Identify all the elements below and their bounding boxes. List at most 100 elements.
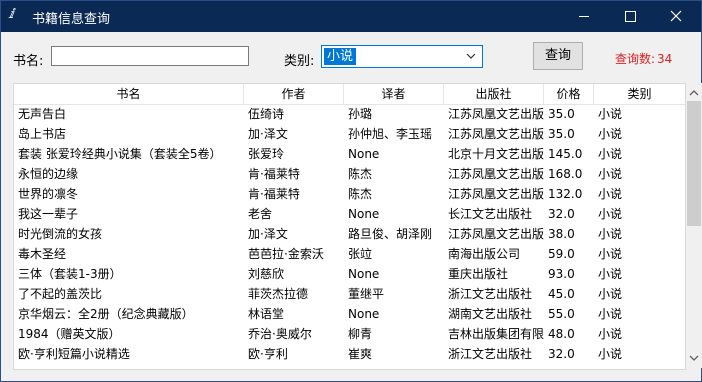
cell-price: 35.0 xyxy=(548,127,575,141)
cell-translator: None xyxy=(348,267,380,281)
book-name-input[interactable] xyxy=(51,46,249,66)
cell-category: 小说 xyxy=(598,247,623,261)
book-table[interactable]: 书名 作者 译者 出版社 价格 类别 无声告白 伍绮诗 孙璐 江苏凤凰文艺出版 35.0… xyxy=(13,83,686,370)
cell-title: 时光倒流的女孩 xyxy=(18,227,103,241)
cell-author: 加·泽文 xyxy=(248,227,288,241)
cell-price: 32.0 xyxy=(548,207,575,221)
table-row[interactable]: 我这一辈子 老舍 None 长江文艺出版社 32.0 小说 xyxy=(14,204,685,224)
scroll-up-icon[interactable] xyxy=(686,85,702,101)
title-bar[interactable]: ⅈ 书籍信息查询 xyxy=(1,1,701,32)
table-row[interactable]: 永恒的边缘 肯·福莱特 陈杰 江苏凤凰文艺出版 168.0 小说 xyxy=(14,164,685,184)
vertical-scrollbar[interactable] xyxy=(686,83,702,368)
book-name-label: 书名: xyxy=(13,54,44,69)
column-header-author[interactable]: 作者 xyxy=(244,84,344,104)
cell-category: 小说 xyxy=(598,327,623,341)
table-row[interactable]: 京华烟云：全2册（纪念典藏版） 林语堂 None 湖南文艺出版社 55.0 小说 xyxy=(14,304,685,324)
category-select[interactable]: 小说 xyxy=(321,45,483,68)
cell-translator: 董继平 xyxy=(348,287,385,301)
table-row[interactable]: 三体（套装1-3册） 刘慈欣 None 重庆出版社 93.0 小说 xyxy=(14,264,685,284)
cell-author: 乔治·奥威尔 xyxy=(248,327,312,341)
cell-author: 肯·福莱特 xyxy=(248,187,300,201)
table-row[interactable]: 世界的凛冬 肯·福莱特 陈杰 江苏凤凰文艺出版 132.0 小说 xyxy=(14,184,685,204)
cell-title: 套装 张爱玲经典小说集（套装全5卷） xyxy=(18,147,222,161)
cell-category: 小说 xyxy=(598,207,623,221)
category-selected-value: 小说 xyxy=(324,48,357,65)
cell-author: 林语堂 xyxy=(248,307,285,321)
column-header-category[interactable]: 类别 xyxy=(594,84,685,104)
result-count-value: 34 xyxy=(657,52,673,66)
table-row[interactable]: 无声告白 伍绮诗 孙璐 江苏凤凰文艺出版 35.0 小说 xyxy=(14,104,685,124)
scrollbar-thumb[interactable] xyxy=(687,101,701,226)
cell-translator: 柳青 xyxy=(348,327,373,341)
app-window: ⅈ 书籍信息查询 书名: 类别: 小说 查询 查询数: 34 书名 作者 译者 出… xyxy=(0,0,702,382)
cell-price: 45.0 xyxy=(548,287,575,301)
cell-translator: 崔爽 xyxy=(348,347,373,361)
cell-author: 加·泽文 xyxy=(248,127,288,141)
cell-author: 肯·福莱特 xyxy=(248,167,300,181)
cell-author: 欧·亨利 xyxy=(248,347,288,361)
cell-publisher: 北京十月文艺出版 xyxy=(448,147,544,161)
cell-title: 岛上书店 xyxy=(18,127,67,141)
cell-price: 168.0 xyxy=(548,167,583,181)
query-button[interactable]: 查询 xyxy=(533,42,583,70)
cell-category: 小说 xyxy=(598,307,623,321)
cell-title: 欧·亨利短篇小说精选 xyxy=(18,347,130,361)
cell-title: 我这一辈子 xyxy=(18,207,79,221)
cell-category: 小说 xyxy=(598,347,623,361)
cell-title: 无声告白 xyxy=(18,107,67,121)
cell-price: 59.0 xyxy=(548,247,575,261)
cell-author: 老舍 xyxy=(248,207,273,221)
column-header-title[interactable]: 书名 xyxy=(14,84,244,104)
window-title: 书籍信息查询 xyxy=(32,12,111,27)
close-button[interactable] xyxy=(653,1,699,32)
cell-translator: 孙仲旭、李玉瑶 xyxy=(348,127,433,141)
table-row[interactable]: 欧·亨利短篇小说精选 欧·亨利 崔爽 浙江文艺出版社 32.0 小说 xyxy=(14,344,685,364)
cell-author: 刘慈欣 xyxy=(248,267,285,281)
cell-category: 小说 xyxy=(598,167,623,181)
column-header-translator[interactable]: 译者 xyxy=(344,84,444,104)
cell-publisher: 湖南文艺出版社 xyxy=(448,307,533,321)
cell-publisher: 江苏凤凰文艺出版 xyxy=(448,127,544,141)
cell-author: 张爱玲 xyxy=(248,147,285,161)
cell-price: 55.0 xyxy=(548,307,575,321)
cell-publisher: 吉林出版集团有限 xyxy=(448,327,544,341)
cell-publisher: 重庆出版社 xyxy=(448,267,509,281)
minimize-button[interactable] xyxy=(561,1,607,32)
cell-title: 三体（套装1-3册） xyxy=(18,267,122,281)
table-row[interactable]: 1984（赠英文版） 乔治·奥威尔 柳青 吉林出版集团有限 48.0 小说 xyxy=(14,324,685,344)
cell-translator: 陈杰 xyxy=(348,167,373,181)
table-row[interactable]: 岛上书店 加·泽文 孙仲旭、李玉瑶 江苏凤凰文艺出版 35.0 小说 xyxy=(14,124,685,144)
cell-publisher: 江苏凤凰文艺出版 xyxy=(448,167,544,181)
cell-author: 菲茨杰拉德 xyxy=(248,287,309,301)
cell-translator: None xyxy=(348,207,380,221)
cell-price: 132.0 xyxy=(548,187,583,201)
cell-title: 毒木圣经 xyxy=(18,247,67,261)
cell-price: 35.0 xyxy=(548,107,575,121)
category-label: 类别: xyxy=(284,54,315,69)
column-header-publisher[interactable]: 出版社 xyxy=(444,84,544,104)
cell-price: 93.0 xyxy=(548,267,575,281)
cell-publisher: 南海出版公司 xyxy=(448,247,521,261)
cell-author: 芭芭拉·金索沃 xyxy=(248,247,324,261)
maximize-button[interactable] xyxy=(607,1,653,32)
table-row[interactable]: 毒木圣经 芭芭拉·金索沃 张竝 南海出版公司 59.0 小说 xyxy=(14,244,685,264)
cell-title: 了不起的盖茨比 xyxy=(18,287,103,301)
cell-publisher: 江苏凤凰文艺出版 xyxy=(448,227,544,241)
table-row[interactable]: 套装 张爱玲经典小说集（套装全5卷） 张爱玲 None 北京十月文艺出版 145.0 小说 xyxy=(14,144,685,164)
cell-category: 小说 xyxy=(598,147,623,161)
table-row[interactable]: 了不起的盖茨比 菲茨杰拉德 董继平 浙江文艺出版社 45.0 小说 xyxy=(14,284,685,304)
cell-translator: None xyxy=(348,147,380,161)
cell-translator: 路旦俊、胡泽刚 xyxy=(348,227,433,241)
result-count: 查询数: 34 xyxy=(615,50,672,67)
cell-publisher: 浙江文艺出版社 xyxy=(448,287,533,301)
scroll-down-icon[interactable] xyxy=(686,350,702,366)
cell-price: 38.0 xyxy=(548,227,575,241)
cell-category: 小说 xyxy=(598,227,623,241)
cell-price: 32.0 xyxy=(548,347,575,361)
cell-category: 小说 xyxy=(598,287,623,301)
table-row[interactable]: 时光倒流的女孩 加·泽文 路旦俊、胡泽刚 江苏凤凰文艺出版 38.0 小说 xyxy=(14,224,685,244)
chevron-down-icon[interactable] xyxy=(466,52,476,60)
cell-title: 世界的凛冬 xyxy=(18,187,79,201)
cell-author: 伍绮诗 xyxy=(248,107,285,121)
column-header-price[interactable]: 价格 xyxy=(544,84,594,104)
